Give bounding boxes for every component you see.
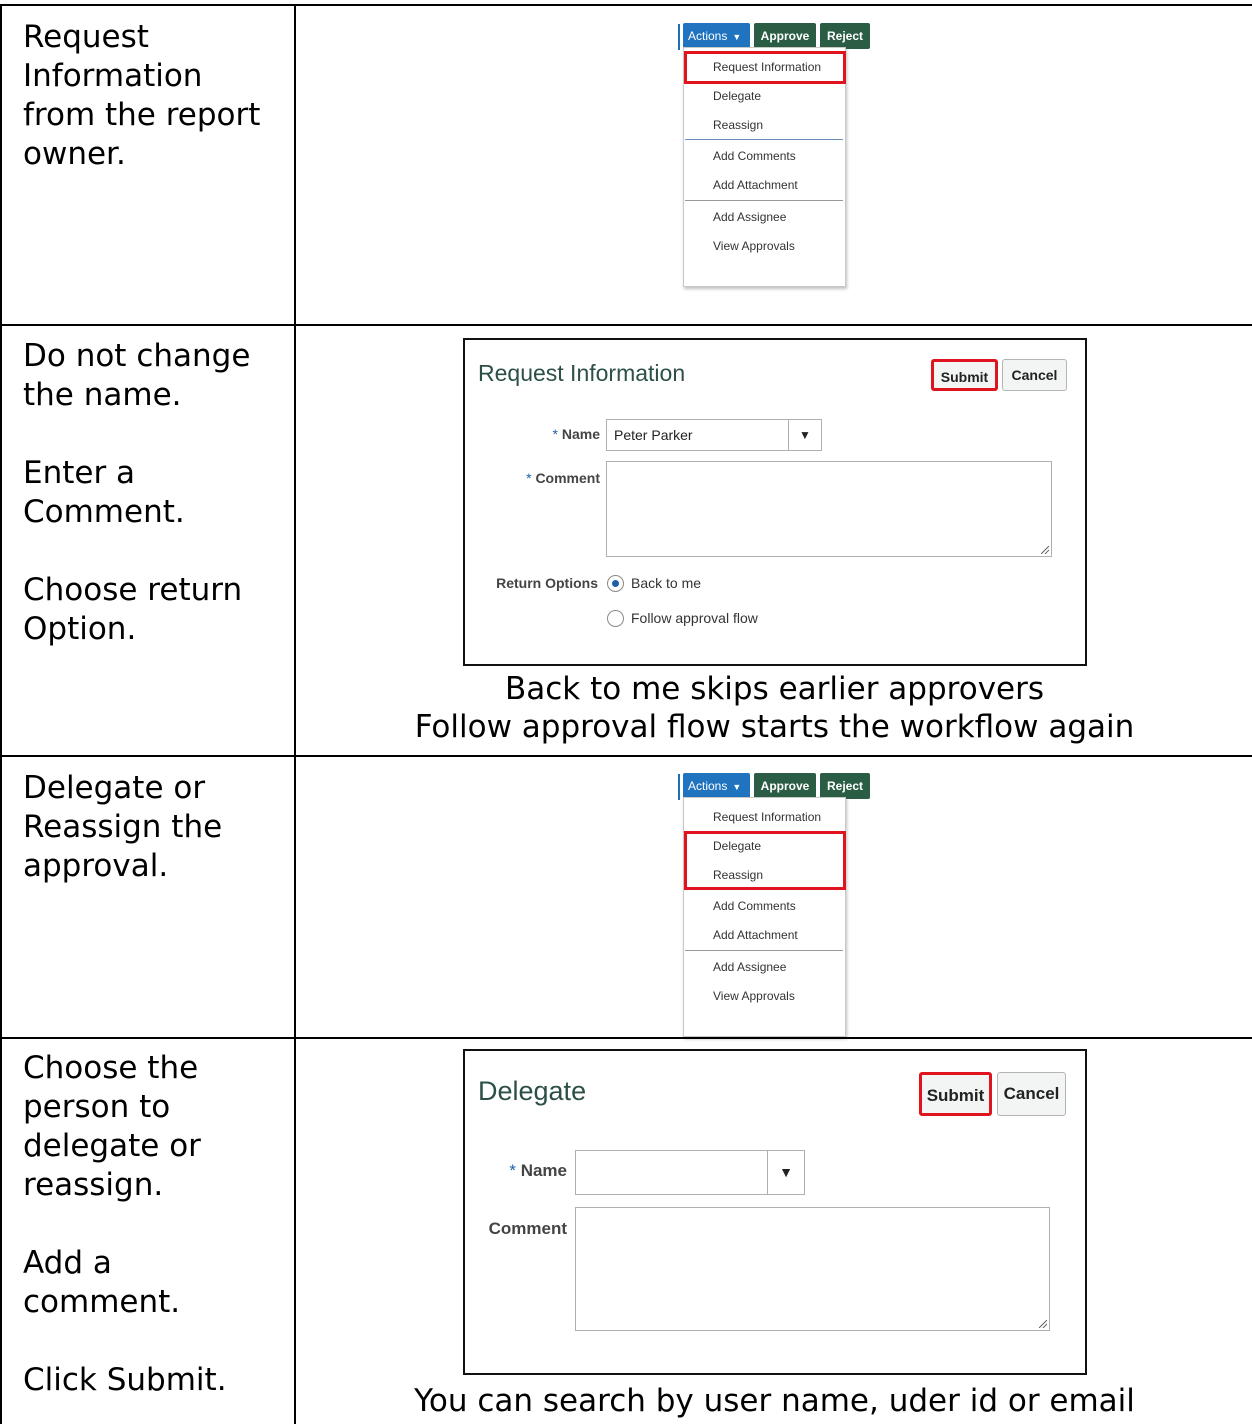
menu-separator — [685, 950, 843, 951]
menu-item-add-attachment[interactable]: Add Attachment — [713, 178, 798, 192]
caret-down-icon: ▼ — [732, 31, 742, 42]
instruction-line: Do not change — [23, 338, 251, 374]
instruction-line: Delegate or — [23, 770, 206, 806]
reject-button[interactable]: Reject — [820, 773, 870, 799]
actions-button[interactable]: Actions ▼ — [683, 773, 750, 799]
menu-item-add-comments[interactable]: Add Comments — [713, 899, 796, 913]
instruction-text: Do not change the name. Enter a Comment.… — [23, 337, 250, 649]
approve-button[interactable]: Approve — [754, 23, 816, 49]
menu-item-request-information[interactable]: Request Information — [713, 810, 821, 824]
caption: You can search by user name, uder id or … — [414, 1383, 1135, 1419]
instruction-text: Request Information from the report owne… — [23, 18, 260, 174]
table-border-left — [0, 4, 2, 1424]
name-select[interactable]: Peter Parker ▼ — [606, 419, 822, 451]
instruction-text: Choose the person to delegate or reassig… — [23, 1049, 227, 1400]
menu-item-reassign[interactable]: Reassign — [713, 118, 763, 132]
instruction-line: Request — [23, 19, 149, 55]
menu-item-view-approvals[interactable]: View Approvals — [713, 239, 795, 253]
comment-label: Comment — [488, 1219, 567, 1238]
comment-label: * Comment — [485, 470, 600, 486]
menu-item-add-comments[interactable]: Add Comments — [713, 149, 796, 163]
request-information-dialog: Request Information Submit Cancel * Name… — [463, 338, 1087, 666]
name-label: * Name — [485, 1161, 567, 1181]
resize-grip-icon[interactable] — [1039, 1320, 1047, 1328]
menu-item-add-assignee[interactable]: Add Assignee — [713, 960, 786, 974]
instruction-line: reassign. — [23, 1167, 164, 1203]
instruction-line: person to — [23, 1089, 171, 1125]
menu-separator — [685, 200, 843, 201]
name-label: * Name — [505, 426, 600, 442]
row-divider — [0, 324, 1252, 326]
instruction-line: the name. — [23, 377, 182, 413]
name-label-text: Name — [520, 1161, 567, 1180]
actions-button[interactable]: Actions ▼ — [683, 23, 750, 49]
follow-approval-flow-radio[interactable] — [607, 610, 624, 627]
menu-item-add-attachment[interactable]: Add Attachment — [713, 928, 798, 942]
toolbar-divider — [678, 24, 680, 50]
triangle-down-icon[interactable]: ▼ — [788, 420, 821, 450]
instruction-line: Option. — [23, 611, 137, 647]
comment-label-text: Comment — [535, 470, 600, 486]
instruction-line: Information — [23, 58, 203, 94]
instruction-table: Request Information from the report owne… — [0, 0, 1252, 1424]
toolbar-divider — [678, 774, 680, 800]
delegate-dialog: Delegate Submit Cancel * Name ▼ Comment — [463, 1049, 1087, 1375]
dialog-title: Delegate — [478, 1076, 587, 1106]
menu-item-add-assignee[interactable]: Add Assignee — [713, 210, 786, 224]
cancel-button[interactable]: Cancel — [1002, 359, 1067, 391]
highlight-box — [684, 51, 846, 84]
column-divider — [294, 4, 296, 1424]
comment-textarea[interactable] — [606, 461, 1052, 557]
instruction-line: Click Submit. — [23, 1362, 227, 1398]
menu-item-view-approvals[interactable]: View Approvals — [713, 989, 795, 1003]
name-select-value: Peter Parker — [614, 427, 693, 443]
comment-textarea[interactable] — [575, 1207, 1050, 1331]
required-asterisk: * — [552, 426, 562, 442]
name-select[interactable]: ▼ — [575, 1150, 805, 1195]
name-label-text: Name — [561, 426, 600, 442]
caption: Follow approval flow starts the workflow… — [414, 709, 1135, 745]
actions-button-label: Actions — [688, 779, 728, 793]
back-to-me-radio[interactable] — [607, 575, 624, 592]
caret-down-icon: ▼ — [732, 781, 742, 792]
cancel-button[interactable]: Cancel — [997, 1072, 1066, 1116]
instruction-text: Delegate or Reassign the approval. — [23, 769, 222, 886]
instruction-line: approval. — [23, 848, 169, 884]
highlight-box — [684, 831, 846, 890]
submit-button[interactable]: Submit — [931, 359, 998, 391]
instruction-line: owner. — [23, 136, 126, 172]
instruction-line: comment. — [23, 1284, 181, 1320]
follow-approval-flow-label: Follow approval flow — [631, 610, 758, 626]
required-asterisk: * — [509, 1161, 521, 1180]
table-border-top — [0, 4, 1252, 6]
instruction-line: delegate or — [23, 1128, 201, 1164]
instruction-line: Reassign the — [23, 809, 223, 845]
menu-separator — [685, 139, 843, 140]
row-divider — [0, 755, 1252, 757]
actions-menu-screenshot: Actions ▼ Approve Reject Request Informat… — [678, 23, 870, 287]
dialog-title: Request Information — [478, 360, 686, 386]
resize-grip-icon[interactable] — [1041, 546, 1049, 554]
return-options-label: Return Options — [496, 575, 598, 591]
instruction-line: Add a — [23, 1245, 112, 1281]
reject-button[interactable]: Reject — [820, 23, 870, 49]
submit-button[interactable]: Submit — [919, 1072, 992, 1116]
row-divider — [0, 1037, 1252, 1039]
triangle-down-icon[interactable]: ▼ — [767, 1151, 804, 1194]
instruction-line: Choose the — [23, 1050, 199, 1086]
instruction-line: Comment. — [23, 494, 185, 530]
menu-item-delegate[interactable]: Delegate — [713, 89, 761, 103]
instruction-line: Choose return — [23, 572, 243, 608]
actions-button-label: Actions — [688, 29, 728, 43]
back-to-me-label: Back to me — [631, 575, 702, 591]
approve-button[interactable]: Approve — [754, 773, 816, 799]
instruction-line: from the report — [23, 97, 261, 133]
caption: Back to me skips earlier approvers — [504, 671, 1045, 707]
instruction-line: Enter a — [23, 455, 136, 491]
actions-menu-screenshot: Actions ▼ Approve Reject Request Informat… — [678, 773, 870, 1037]
